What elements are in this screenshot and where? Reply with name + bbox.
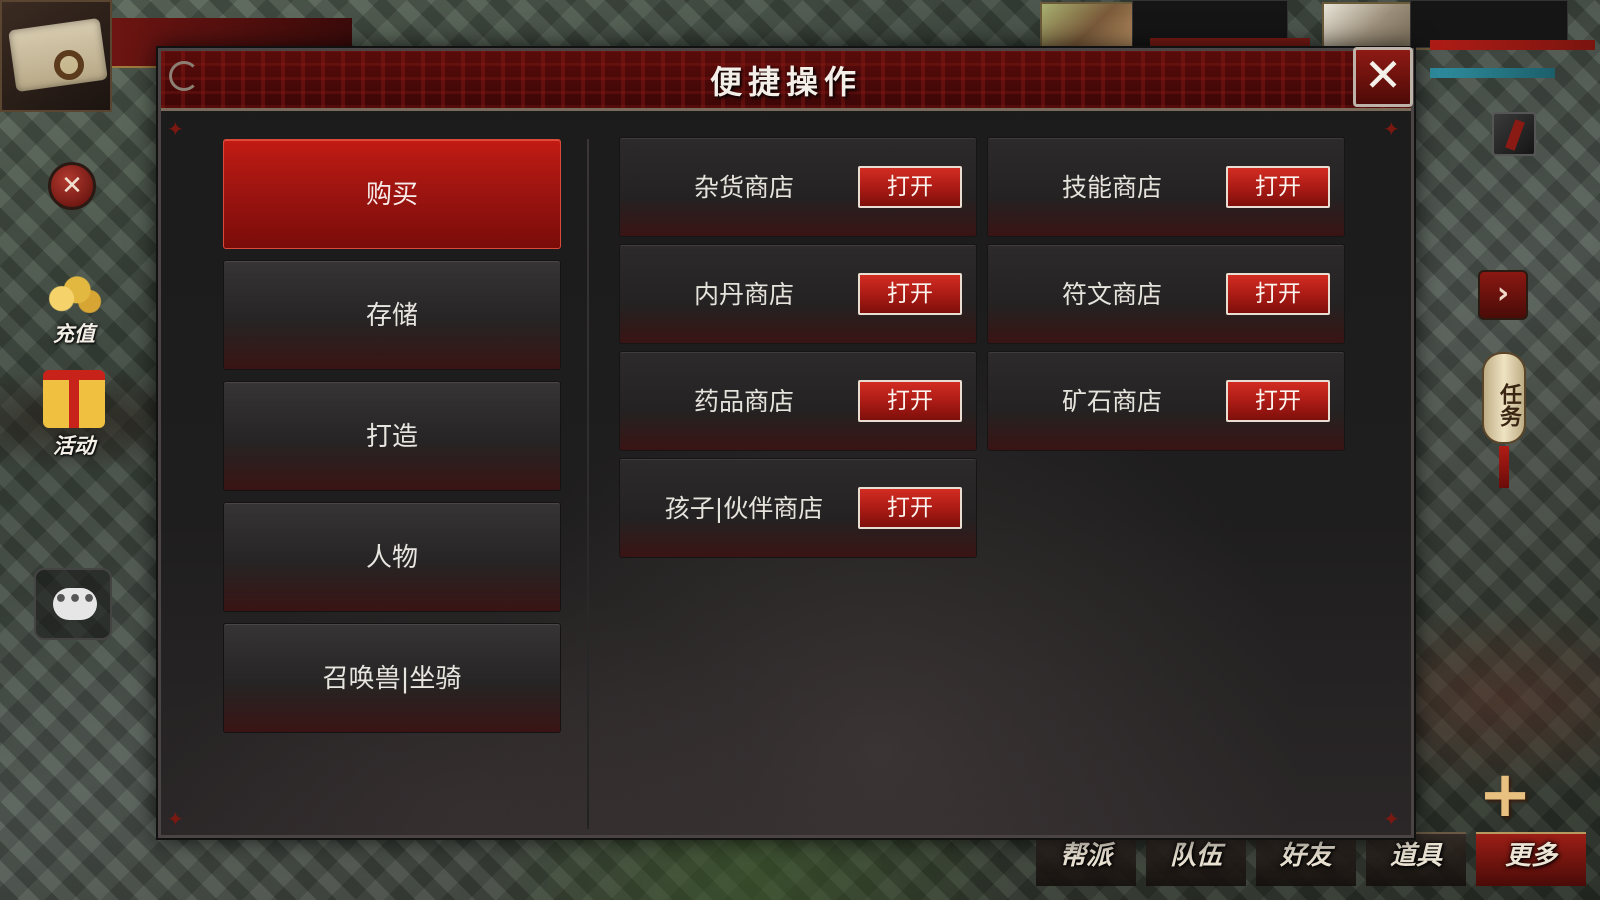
shop-name: 孩子|伙伴商店 — [664, 494, 824, 523]
shop-card-ore: 矿石商店 打开 — [987, 351, 1345, 451]
shop-card-skill: 技能商店 打开 — [987, 137, 1345, 237]
open-medicine-shop-button[interactable]: 打开 — [858, 380, 962, 422]
category-character[interactable]: 人物 — [223, 502, 561, 612]
activity-label: 活动 — [53, 433, 95, 458]
shop-card-general: 杂货商店 打开 — [619, 137, 977, 237]
recharge-button[interactable]: 充值 — [26, 258, 122, 348]
guild-button[interactable]: 帮派 — [1036, 832, 1136, 886]
corner-ornament-icon: ✦ — [167, 807, 184, 831]
shop-card-medicine: 药品商店 打开 — [619, 351, 977, 451]
auto-battle-icon[interactable] — [1492, 112, 1536, 156]
open-child-partner-shop-button[interactable]: 打开 — [858, 487, 962, 529]
shop-name: 杂货商店 — [693, 173, 794, 202]
corner-ornament-icon: ✦ — [1383, 807, 1400, 831]
shop-card-child-partner: 孩子|伙伴商店 打开 — [619, 458, 977, 558]
minimap-button[interactable] — [0, 0, 112, 112]
magnifier-icon — [54, 50, 84, 80]
category-buy[interactable]: 购买 — [223, 139, 561, 249]
open-inner-core-shop-button[interactable]: 打开 — [858, 273, 962, 315]
shop-name: 符文商店 — [1061, 280, 1162, 309]
open-rune-shop-button[interactable]: 打开 — [1226, 273, 1330, 315]
shop-name: 内丹商店 — [693, 280, 794, 309]
player-hp-bar — [1150, 38, 1310, 48]
dialog-title: 便捷操作 — [709, 63, 862, 101]
chat-button[interactable]: ••• — [34, 568, 112, 640]
chat-bubble-icon: ••• — [53, 588, 97, 620]
open-general-shop-button[interactable]: 打开 — [858, 166, 962, 208]
gift-icon — [43, 370, 105, 428]
coins-icon — [43, 258, 105, 316]
friends-button[interactable]: 好友 — [1256, 832, 1356, 886]
shop-name: 矿石商店 — [1061, 387, 1162, 416]
target-mp-bar — [1430, 68, 1555, 78]
shop-card-rune: 符文商店 打开 — [987, 244, 1345, 344]
corner-ornament-icon: ✦ — [167, 117, 184, 141]
panel-divider — [587, 139, 589, 829]
expand-arrow-icon[interactable]: › — [1478, 270, 1528, 320]
target-hp-bar — [1430, 40, 1595, 50]
open-skill-shop-button[interactable]: 打开 — [1226, 166, 1330, 208]
lantern-tassel — [1499, 446, 1509, 488]
dialog-header: 便捷操作 — [161, 51, 1411, 111]
close-button[interactable]: ✕ — [1353, 47, 1413, 107]
open-ore-shop-button[interactable]: 打开 — [1226, 380, 1330, 422]
plus-icon: + — [1478, 758, 1532, 832]
category-craft[interactable]: 打造 — [223, 381, 561, 491]
team-button[interactable]: 队伍 — [1146, 832, 1246, 886]
activity-button[interactable]: 活动 — [26, 370, 122, 460]
shop-card-inner-core: 内丹商店 打开 — [619, 244, 977, 344]
category-storage[interactable]: 存储 — [223, 260, 561, 370]
recharge-label: 充值 — [53, 321, 95, 346]
more-button[interactable]: 更多 — [1476, 832, 1586, 886]
shop-name: 药品商店 — [693, 387, 794, 416]
quick-operation-dialog: 便捷操作 ✕ ✦ ✦ ✦ ✦ 购买 存储 打造 人物 召唤兽|坐骑 杂货商店 打… — [158, 47, 1414, 838]
category-summon-mount[interactable]: 召唤兽|坐骑 — [223, 623, 561, 733]
corner-ornament-icon: ✦ — [1383, 117, 1400, 141]
task-lantern-button[interactable]: 任务 — [1482, 352, 1526, 444]
items-button[interactable]: 道具 — [1366, 832, 1466, 886]
shop-name: 技能商店 — [1061, 173, 1162, 202]
side-close-icon[interactable]: ✕ — [48, 162, 96, 210]
